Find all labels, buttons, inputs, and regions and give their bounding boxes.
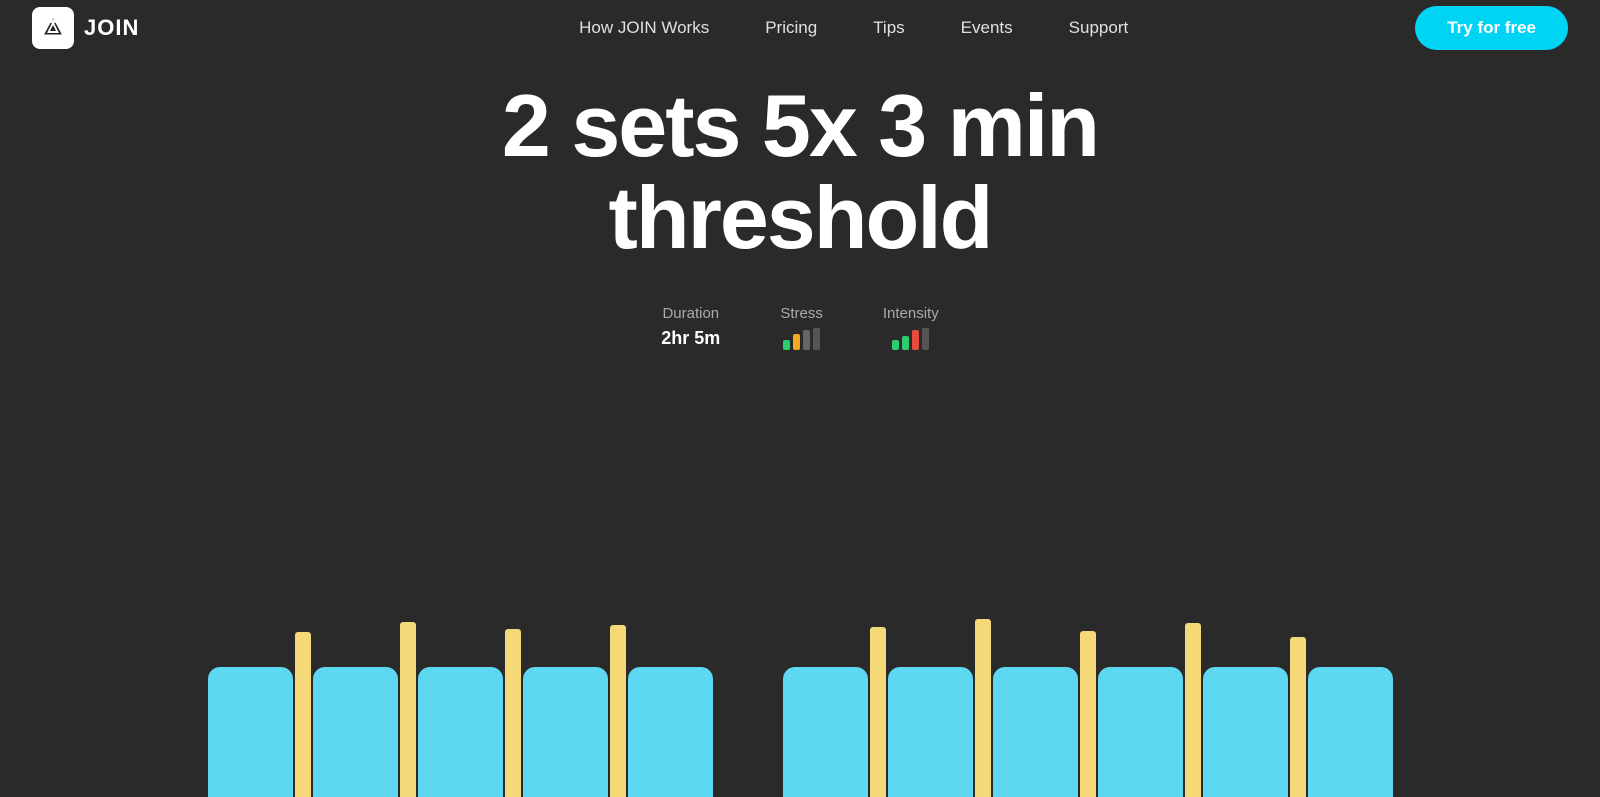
logo-text: JOIN: [84, 15, 139, 41]
segment-6: [783, 627, 888, 797]
segment-9: [1098, 623, 1203, 797]
intensity-bar-1: [892, 340, 899, 350]
segment-8: [993, 631, 1098, 797]
segment-10: [1203, 637, 1308, 797]
stat-intensity: Intensity: [883, 305, 939, 350]
logo-icon: [32, 7, 74, 49]
hero-section: 2 sets 5x 3 min threshold Duration 2hr 5…: [0, 80, 1600, 350]
intensity-bars: [892, 328, 929, 350]
yellow-bar: [400, 622, 416, 797]
intensity-bar-3: [912, 330, 919, 350]
blue-block: [1098, 667, 1183, 797]
nav-link-tips[interactable]: Tips: [873, 18, 905, 38]
stress-bars: [783, 328, 820, 350]
segment-4: [523, 625, 628, 797]
hero-title-line1: 2 sets 5x 3 min: [502, 76, 1098, 175]
blue-block: [628, 667, 713, 797]
blue-block: [1308, 667, 1393, 797]
yellow-bar: [505, 629, 521, 797]
blue-block: [418, 667, 503, 797]
intensity-label: Intensity: [883, 305, 939, 322]
blue-block: [208, 667, 293, 797]
nav-links: How JOIN Works Pricing Tips Events Suppo…: [579, 18, 1128, 38]
stress-bar-3: [803, 330, 810, 350]
yellow-bar: [1185, 623, 1201, 797]
stat-stress: Stress: [780, 305, 823, 350]
stress-label: Stress: [780, 305, 823, 322]
intensity-bar-2: [902, 336, 909, 350]
segment-2: [313, 622, 418, 797]
stress-bar-4: [813, 328, 820, 350]
segment-11: [1308, 667, 1393, 797]
duration-label: Duration: [662, 305, 719, 322]
yellow-bar: [610, 625, 626, 797]
yellow-bar: [870, 627, 886, 797]
hero-title-line2: threshold: [609, 168, 992, 267]
blue-block: [313, 667, 398, 797]
blue-block: [993, 667, 1078, 797]
blue-block: [1203, 667, 1288, 797]
nav-link-how-join-works[interactable]: How JOIN Works: [579, 18, 709, 38]
yellow-bar: [1080, 631, 1096, 797]
segment-5: [628, 667, 713, 797]
blue-block: [523, 667, 608, 797]
segment-1: [208, 632, 313, 797]
nav-link-events[interactable]: Events: [961, 18, 1013, 38]
navbar: JOIN How JOIN Works Pricing Tips Events …: [0, 0, 1600, 56]
yellow-bar: [1290, 637, 1306, 797]
intensity-bar-4: [922, 328, 929, 350]
try-for-free-button[interactable]: Try for free: [1415, 6, 1568, 50]
yellow-bar: [975, 619, 991, 797]
workout-group-1: [208, 622, 713, 797]
nav-link-support[interactable]: Support: [1069, 18, 1129, 38]
workout-group-2: [783, 619, 1393, 797]
nav-link-pricing[interactable]: Pricing: [765, 18, 817, 38]
stat-duration: Duration 2hr 5m: [661, 305, 720, 349]
workout-viz: [0, 597, 1600, 797]
logo[interactable]: JOIN: [32, 7, 139, 49]
blue-block: [783, 667, 868, 797]
stress-bar-1: [783, 340, 790, 350]
segment-3: [418, 629, 523, 797]
logo-svg: [41, 16, 65, 40]
duration-value: 2hr 5m: [661, 328, 720, 349]
stress-bar-2: [793, 334, 800, 350]
segment-7: [888, 619, 993, 797]
hero-stats: Duration 2hr 5m Stress Intensity: [661, 305, 938, 350]
blue-block: [888, 667, 973, 797]
yellow-bar: [295, 632, 311, 797]
hero-title: 2 sets 5x 3 min threshold: [502, 80, 1098, 265]
